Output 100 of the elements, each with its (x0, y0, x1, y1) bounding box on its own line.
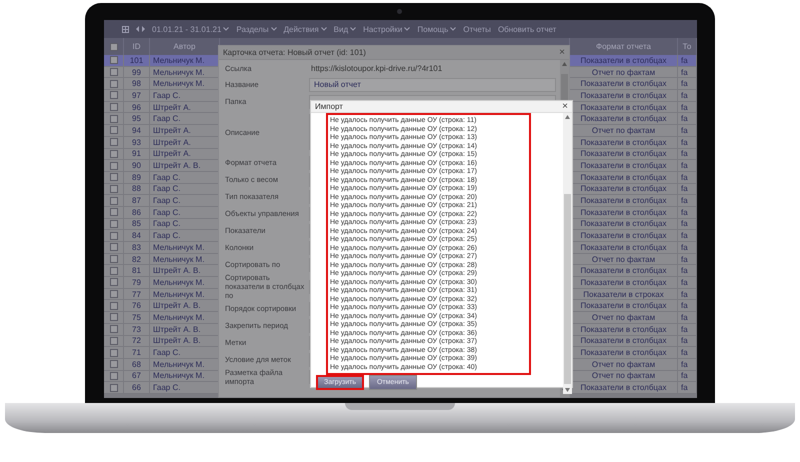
table-cell: Штрейт А. В. (150, 300, 220, 312)
table-cell: fa (678, 184, 697, 196)
scrollbar-thumb[interactable] (564, 194, 571, 384)
table-cell: Показатели в столбцах (570, 160, 678, 172)
row-checkbox[interactable] (110, 325, 118, 334)
table-row[interactable] (104, 242, 124, 254)
table-cell: Гаар С. (150, 90, 220, 102)
chevron-down-icon (270, 27, 277, 31)
table-row[interactable] (104, 254, 124, 266)
row-checkbox[interactable] (110, 372, 118, 380)
close-button[interactable]: × (562, 101, 568, 112)
row-checkbox[interactable] (110, 302, 118, 310)
table-row[interactable] (104, 102, 124, 114)
prev-next-arrows-icon[interactable] (136, 26, 145, 32)
table-cell: 90 (124, 160, 150, 172)
table-cell: fa (678, 312, 697, 324)
table-row[interactable] (104, 277, 124, 289)
menu-item[interactable]: Помощь (417, 24, 448, 34)
scrollbar[interactable] (563, 113, 572, 394)
menu-item[interactable]: Обновить отчет (498, 24, 556, 34)
row-checkbox[interactable] (110, 138, 118, 146)
table-cell: fa (678, 160, 697, 172)
table-row[interactable] (104, 172, 124, 184)
column-header[interactable]: Формат отчета (570, 38, 678, 55)
table-row[interactable] (104, 312, 124, 324)
table-row[interactable] (104, 78, 124, 90)
row-checkbox[interactable] (110, 80, 118, 88)
table-row[interactable] (104, 206, 124, 219)
table-cell: fa (678, 78, 697, 90)
table-row[interactable] (104, 195, 124, 207)
menu-item[interactable]: Разделы (236, 24, 269, 34)
table-row[interactable] (104, 336, 124, 348)
scroll-up-icon[interactable] (562, 62, 567, 66)
row-checkbox[interactable] (110, 243, 118, 252)
input-field[interactable]: Новый отчет (309, 78, 556, 92)
menu-item[interactable]: Отчеты (463, 24, 491, 34)
table-cell: 101 (124, 55, 150, 67)
row-checkbox[interactable] (110, 68, 118, 76)
row-checkbox[interactable] (110, 208, 118, 216)
row-checkbox[interactable] (110, 91, 118, 100)
table-cell: 83 (124, 242, 150, 254)
close-button[interactable]: × (559, 47, 565, 58)
row-checkbox[interactable] (110, 114, 118, 123)
row-checkbox[interactable] (110, 196, 118, 205)
table-row[interactable] (104, 265, 124, 278)
grid-icon[interactable] (122, 26, 129, 32)
table-row[interactable] (104, 358, 124, 371)
table-row[interactable] (104, 300, 124, 312)
date-range[interactable]: 01.01.21 - 31.01.21 (152, 24, 222, 34)
table-cell: fa (678, 66, 697, 78)
column-header[interactable]: То (678, 38, 697, 55)
menu-item[interactable]: Действия (284, 24, 319, 34)
column-header[interactable]: Автор (150, 38, 220, 55)
table-row[interactable] (104, 347, 124, 359)
table-row[interactable] (104, 218, 124, 230)
table-cell: Показатели в столбцах (570, 230, 678, 242)
table-cell: Штрейт А. В. (150, 160, 220, 172)
menu-item[interactable]: Вид (334, 24, 348, 34)
row-checkbox[interactable] (110, 126, 118, 134)
scroll-up-icon[interactable] (565, 115, 570, 119)
table-row[interactable] (104, 288, 124, 300)
row-checkbox[interactable] (110, 290, 118, 298)
table-row[interactable] (104, 382, 124, 394)
table-row[interactable] (104, 136, 124, 148)
row-checkbox[interactable] (110, 232, 118, 240)
table-row[interactable] (104, 184, 124, 196)
table-row[interactable] (104, 148, 124, 160)
row-checkbox[interactable] (110, 360, 118, 368)
select-all-checkbox[interactable] (110, 42, 118, 50)
row-checkbox[interactable] (110, 255, 118, 264)
menu-item[interactable]: Настройки (363, 24, 402, 34)
row-checkbox[interactable] (110, 220, 118, 228)
row-checkbox[interactable] (110, 313, 118, 322)
table-row[interactable] (104, 370, 124, 382)
table-cell: 87 (124, 195, 150, 207)
table-row[interactable] (104, 66, 124, 78)
table-cell: fa (678, 136, 697, 148)
table-row[interactable] (104, 90, 124, 102)
table-cell: 79 (124, 277, 150, 289)
row-checkbox[interactable] (110, 384, 118, 392)
row-checkbox[interactable] (110, 336, 118, 345)
row-checkbox[interactable] (110, 173, 118, 182)
table-cell: 81 (124, 265, 150, 278)
row-checkbox[interactable] (110, 56, 118, 64)
row-checkbox[interactable] (110, 162, 118, 170)
table-row[interactable] (104, 113, 124, 126)
row-checkbox[interactable] (110, 348, 118, 357)
table-row[interactable] (104, 125, 124, 137)
row-checkbox[interactable] (110, 103, 118, 112)
table-cell: Показатели в столбцах (570, 90, 678, 102)
row-checkbox[interactable] (110, 184, 118, 193)
column-header[interactable]: ID (124, 38, 150, 55)
table-row[interactable] (104, 55, 124, 67)
table-row[interactable] (104, 324, 124, 336)
table-row[interactable] (104, 160, 124, 172)
link-text[interactable]: https://kislotoupor.kpi-drive.ru/?4r101 (309, 64, 560, 72)
row-checkbox[interactable] (110, 278, 118, 286)
table-row[interactable] (104, 230, 124, 242)
row-checkbox[interactable] (110, 266, 118, 275)
row-checkbox[interactable] (110, 150, 118, 158)
